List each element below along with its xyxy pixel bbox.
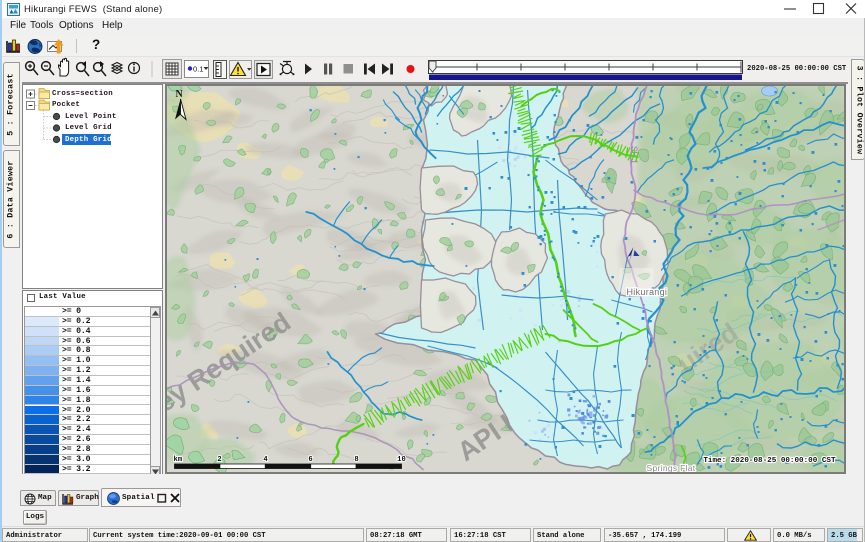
svg-text:Hikurangi: Hikurangi	[627, 287, 668, 297]
svg-text:2: 2	[217, 456, 221, 464]
svg-text:km: km	[174, 456, 183, 464]
svg-text:Time: 2020-08-25 00:00:00 CST: Time: 2020-08-25 00:00:00 CST	[703, 457, 836, 465]
svg-text:0.1: 0.1	[193, 65, 203, 74]
svg-text:4: 4	[263, 456, 268, 464]
svg-text:Springs Flat: Springs Flat	[647, 463, 696, 472]
svg-text:10: 10	[397, 456, 406, 464]
svg-text:8: 8	[354, 456, 358, 464]
svg-text:6: 6	[308, 456, 312, 464]
svg-text:N: N	[176, 89, 184, 100]
